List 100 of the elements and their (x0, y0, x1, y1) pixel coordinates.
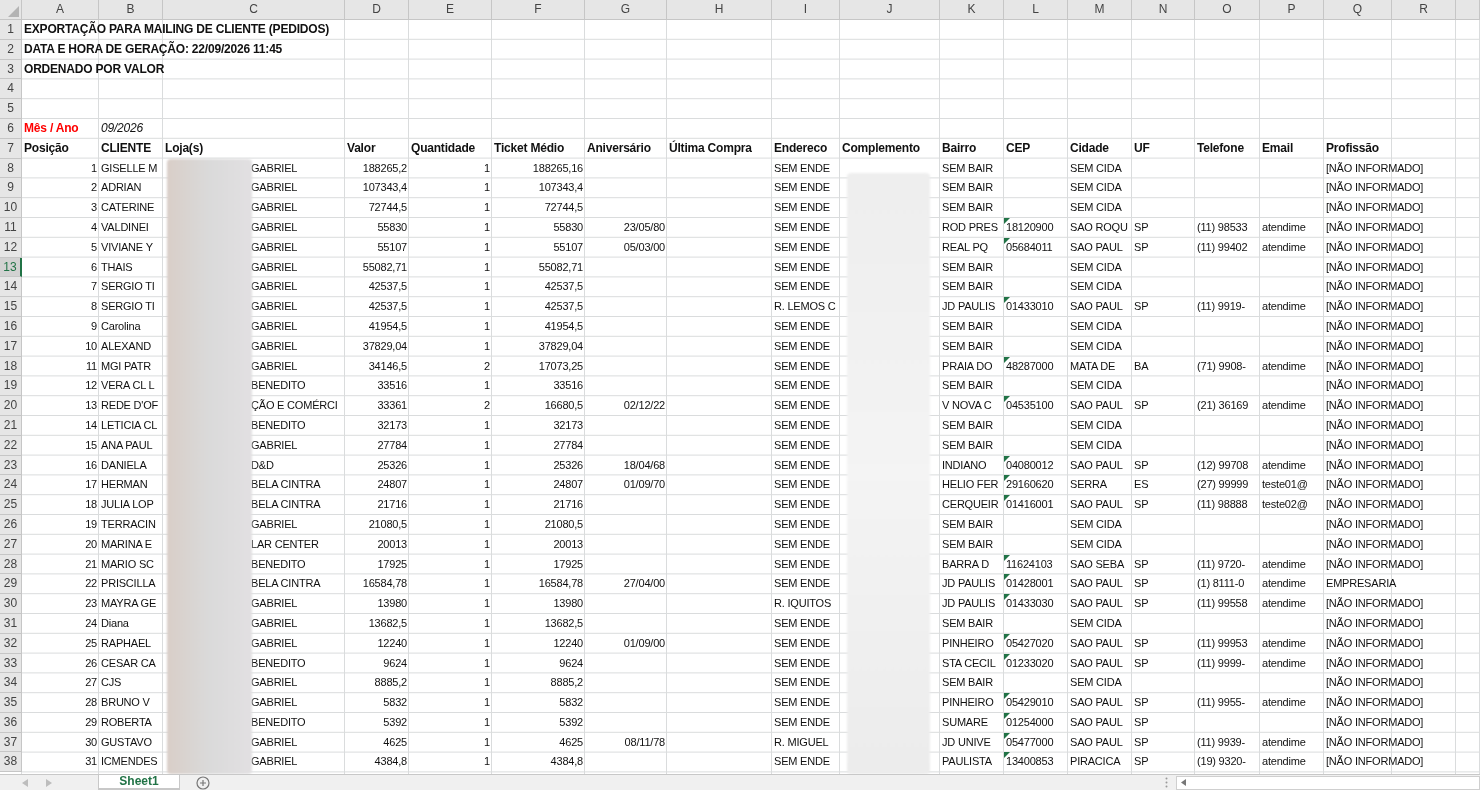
table-cell-text: [NÃO INFORMADO] (1325, 714, 1425, 730)
column-header[interactable]: E (409, 0, 492, 20)
column-header[interactable]: K (940, 0, 1004, 20)
table-cell-text: 27784 (552, 437, 584, 453)
row-header[interactable]: 36 (0, 712, 22, 733)
row-header[interactable]: 33 (0, 653, 22, 674)
row-header[interactable]: 28 (0, 554, 22, 575)
row-header[interactable]: 1 (0, 20, 22, 40)
column-header[interactable]: A (22, 0, 99, 20)
column-header[interactable]: L (1004, 0, 1068, 20)
table-cell-text: 24807 (552, 477, 584, 493)
table-cell-text: SP (1133, 219, 1150, 235)
row-header[interactable]: 14 (0, 277, 22, 298)
scroll-left-icon[interactable] (1181, 779, 1186, 786)
row-header[interactable]: 13 (0, 257, 22, 278)
report-title: EXPORTAÇÃO PARA MAILING DE CLIENTE (PEDIDOS) (23, 20, 330, 38)
sheet-tab[interactable]: Sheet1 (98, 775, 180, 790)
add-sheet-icon[interactable] (196, 775, 210, 790)
header-cell-text: CEP (1005, 139, 1032, 157)
table-cell-text: SP (1133, 497, 1150, 513)
table-cell-text: ALEXAND (100, 338, 152, 354)
horizontal-scrollbar[interactable] (1176, 775, 1480, 790)
table-cell-text: 37829,04 (537, 338, 584, 354)
table-cell-text: atendime (1261, 754, 1307, 770)
row-header[interactable]: 4 (0, 79, 22, 100)
column-header[interactable]: H (667, 0, 772, 20)
column-header[interactable]: G (585, 0, 667, 20)
row-header[interactable]: 24 (0, 475, 22, 496)
row-header[interactable]: 15 (0, 297, 22, 317)
column-header[interactable]: F (492, 0, 585, 20)
row-header[interactable]: 8 (0, 158, 22, 179)
row-header[interactable]: 7 (0, 138, 22, 159)
table-cell-text: GABRIEL (250, 219, 299, 235)
row-header[interactable]: 30 (0, 594, 22, 614)
table-cell-text: SP (1133, 398, 1150, 414)
column-header[interactable]: C (163, 0, 345, 20)
row-header[interactable]: 26 (0, 514, 22, 535)
row-header[interactable]: 23 (0, 455, 22, 476)
table-cell-text: 29 (84, 714, 98, 730)
column-header[interactable]: M (1068, 0, 1132, 20)
column-header[interactable]: I (772, 0, 840, 20)
row-header[interactable]: 10 (0, 198, 22, 218)
row-header[interactable]: 31 (0, 613, 22, 634)
row-header[interactable]: 3 (0, 59, 22, 80)
row-header[interactable]: 9 (0, 178, 22, 199)
row-header[interactable]: 19 (0, 376, 22, 397)
row-header[interactable]: 27 (0, 534, 22, 555)
row-header[interactable]: 11 (0, 217, 22, 238)
column-header[interactable]: Q (1324, 0, 1392, 20)
column-header[interactable]: N (1132, 0, 1195, 20)
column-header[interactable]: B (99, 0, 163, 20)
table-cell-text: ROD PRES (941, 219, 999, 235)
table-cell-text: 13980 (376, 596, 408, 612)
table-cell-text: 11 (84, 358, 98, 374)
table-cell-text: Diana (100, 615, 130, 631)
row-header[interactable]: 35 (0, 693, 22, 713)
row-header[interactable]: 32 (0, 633, 22, 654)
header-cell-text: Cidade (1069, 139, 1110, 157)
scroll-right-icon[interactable] (46, 778, 52, 787)
table-cell-text: BA (1133, 358, 1150, 374)
row-header[interactable]: 21 (0, 415, 22, 436)
row-header[interactable]: 2 (0, 39, 22, 60)
table-cell-text: SEM BAIR (941, 437, 994, 453)
table-cell-text: GABRIEL (250, 279, 299, 295)
row-header[interactable]: 16 (0, 316, 22, 337)
table-cell-text: 1 (483, 695, 491, 711)
column-header[interactable]: J (840, 0, 940, 20)
row-header[interactable]: 6 (0, 119, 22, 139)
table-cell-text: 25 (84, 635, 98, 651)
table-cell-text: (11) 99558 (1196, 596, 1249, 612)
table-cell-text: [NÃO INFORMADO] (1325, 299, 1425, 315)
column-header[interactable]: R (1392, 0, 1456, 20)
row-header[interactable]: 5 (0, 99, 22, 119)
table-cell-text: 1 (483, 338, 491, 354)
column-header[interactable]: D (345, 0, 409, 20)
table-cell-text: VIVIANE Y (100, 239, 154, 255)
table-cell-text: JULIA LOP (100, 497, 155, 513)
row-header[interactable]: 37 (0, 732, 22, 753)
column-header[interactable]: O (1195, 0, 1260, 20)
table-cell-text: BARRA D (941, 556, 990, 572)
row-header[interactable]: 22 (0, 435, 22, 456)
table-cell-text: SEM CIDA (1069, 279, 1123, 295)
row-header[interactable]: 34 (0, 673, 22, 694)
column-header[interactable] (1456, 0, 1480, 20)
header-cell-text: Endereco (773, 139, 829, 157)
row-header[interactable]: 25 (0, 495, 22, 515)
header-cell-text: Aniversário (586, 139, 652, 157)
table-cell-text: 13980 (552, 596, 584, 612)
drag-handle-icon[interactable] (1165, 777, 1168, 788)
table-cell-text: 16584,78 (361, 576, 408, 592)
table-cell-text: SEM ENDE (773, 635, 831, 651)
select-all-icon[interactable] (8, 6, 19, 17)
table-cell-text: R. LEMOS C (773, 299, 837, 315)
row-header[interactable]: 17 (0, 336, 22, 357)
row-header[interactable]: 38 (0, 752, 22, 773)
row-header[interactable]: 18 (0, 356, 22, 377)
column-header[interactable]: P (1260, 0, 1324, 20)
row-header[interactable]: 29 (0, 574, 22, 595)
row-header[interactable]: 20 (0, 396, 22, 416)
row-header[interactable]: 12 (0, 237, 22, 258)
